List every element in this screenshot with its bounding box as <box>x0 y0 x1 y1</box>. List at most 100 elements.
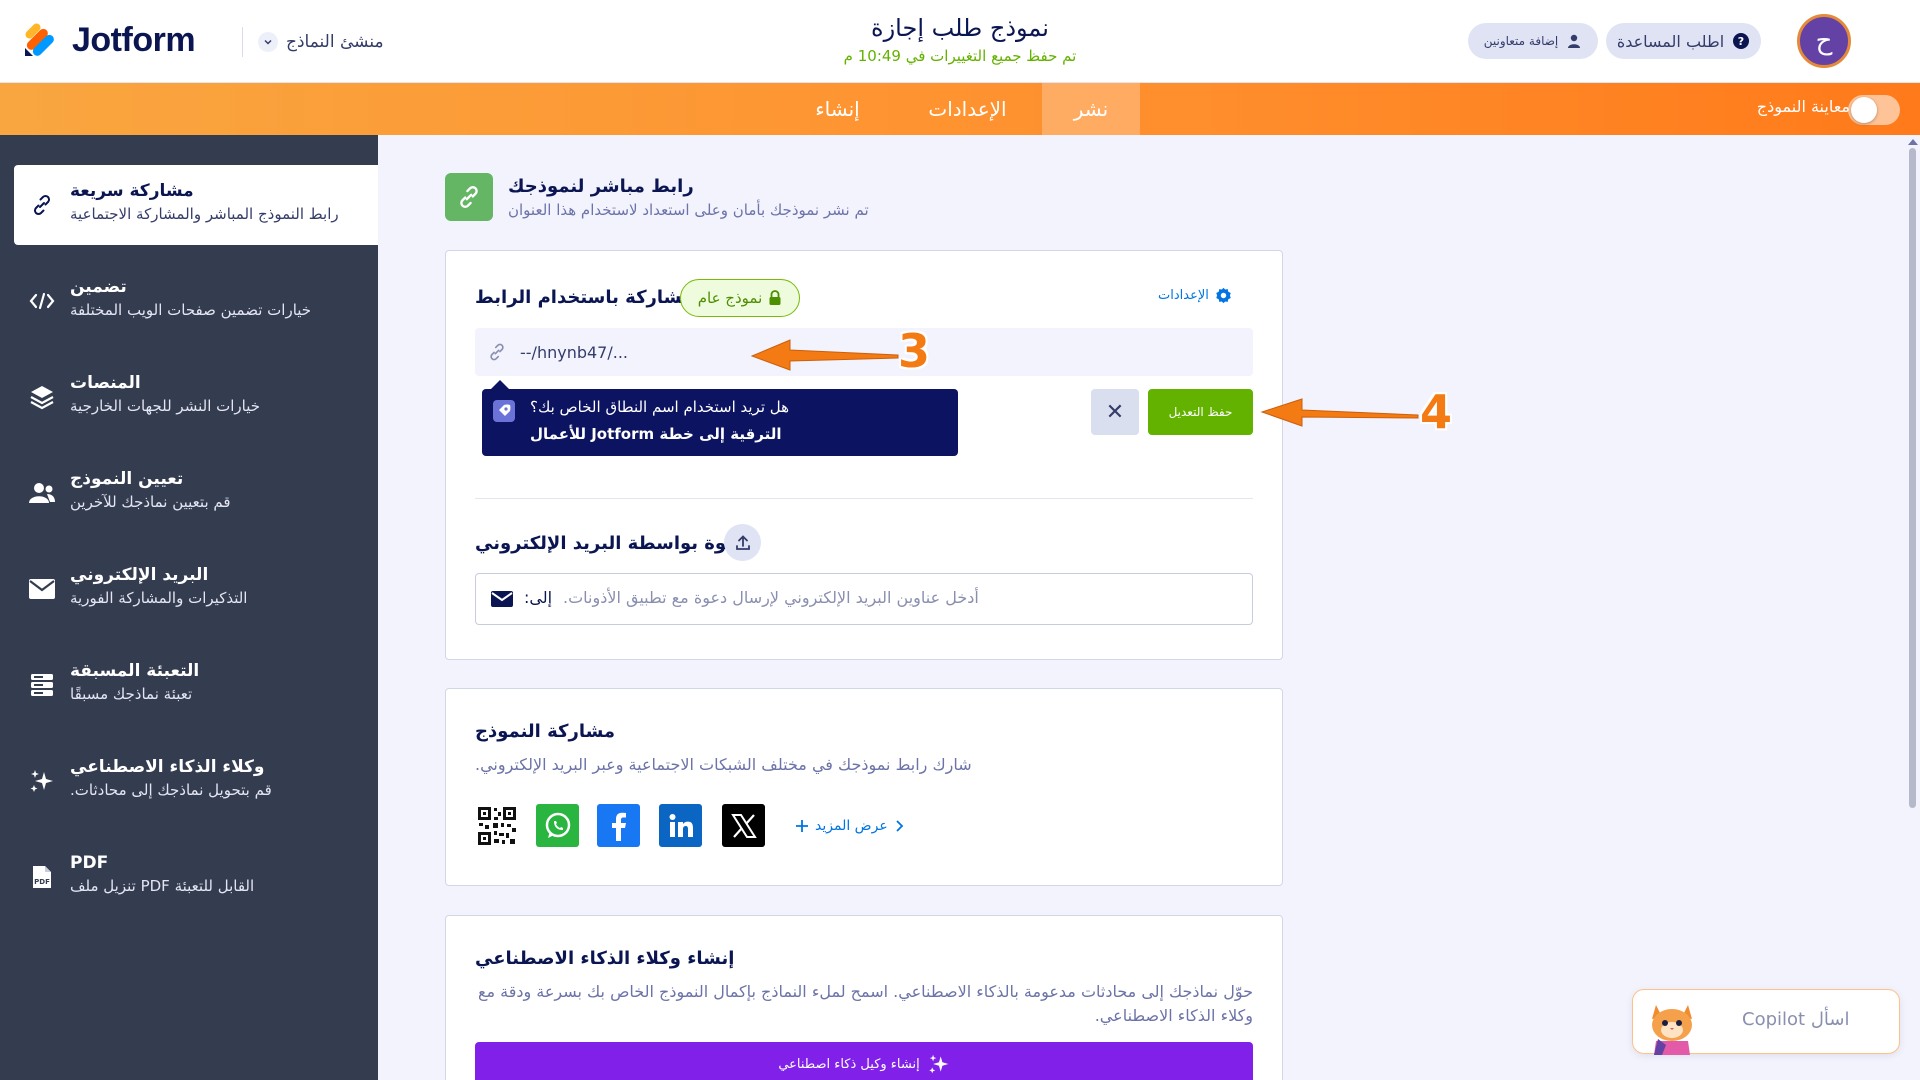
create-ai-agent-label: إنشاء وكيل ذكاء اصطناعي <box>778 1056 920 1072</box>
sidebar-item-email[interactable]: البريد الإلكتروني التذكيرات والمشاركة الف… <box>14 549 378 629</box>
ai-agents-description: حوّل نماذجك إلى محادثات مدعومة بالذكاء ا… <box>477 982 1253 1025</box>
direct-link-icon <box>445 173 493 221</box>
logo-text: Jotform <box>72 20 196 59</box>
annotation-number-4: 4 <box>1420 385 1453 439</box>
settings-link-label: الإعدادات <box>1158 288 1209 303</box>
user-avatar[interactable]: ح <box>1797 14 1851 68</box>
users-icon <box>28 479 56 507</box>
share-form-card <box>445 688 1283 886</box>
save-status: تم حفظ جميع التغييرات في 10:49 م <box>843 47 1077 65</box>
annotation-number-3: 3 <box>898 324 931 378</box>
code-icon <box>28 287 56 315</box>
sidebar-item-desc: خيارات النشر للجهات الخارجية <box>70 397 261 415</box>
share-form-title: مشاركة النموذج <box>475 721 616 742</box>
sidebar-item-prefill[interactable]: التعبئة المسبقة تعبئة نماذجك مسبقًا <box>14 645 378 725</box>
sidebar-item-desc: خيارات تضمين صفحات الويب المختلفة <box>70 301 312 319</box>
copilot-cat-mascot-icon <box>1652 1005 1692 1055</box>
sparkle-icon <box>28 767 56 795</box>
share-form-description: شارك رابط نموذجك في مختلف الشبكات الاجتم… <box>475 755 972 774</box>
question-icon: ? <box>1733 33 1750 49</box>
sidebar-item-desc: تعبئة نماذجك مسبقًا <box>70 685 193 703</box>
envelope-icon <box>28 575 56 603</box>
sidebar-item-quick-share[interactable]: مشاركة سريعة رابط النموذج المباشر والمشار… <box>14 165 378 245</box>
jotform-logo[interactable]: Jotform <box>22 20 196 60</box>
tooltip-upgrade-link[interactable]: الترقية إلى خطة Jotform للأعمال <box>530 425 782 443</box>
share-with-link-title: المشاركة باستخدام الرابط <box>475 287 707 308</box>
email-to-label: إلى: <box>524 588 553 607</box>
direct-link-title: رابط مباشر لنموذجك <box>508 176 694 197</box>
public-form-label: نموذج عام <box>697 289 763 307</box>
top-header: Jotform منشئ النماذج نموذج طلب إجازة تم … <box>0 0 1920 83</box>
svg-text:?: ? <box>1738 35 1744 48</box>
get-help-button[interactable]: اطلب المساعدة ? <box>1606 23 1761 59</box>
sidebar-item-title: البريد الإلكتروني <box>70 565 209 585</box>
toggle-knob <box>1851 97 1877 123</box>
x-twitter-icon[interactable] <box>722 804 765 847</box>
link-icon <box>487 342 507 362</box>
form-url-value[interactable]: --/hnynb47/... <box>520 343 628 362</box>
sidebar-item-desc: التذكيرات والمشاركة الفورية <box>70 589 248 607</box>
sidebar-item-platforms[interactable]: المنصات خيارات النشر للجهات الخارجية <box>14 357 378 437</box>
chevron-right-icon <box>896 820 903 832</box>
qr-code-icon[interactable] <box>475 804 518 847</box>
show-more-link[interactable]: عرض المزيد <box>795 818 904 834</box>
tooltip-question: هل تريد استخدام اسم النطاق الخاص بك؟ <box>530 398 790 416</box>
facebook-icon[interactable] <box>597 804 640 847</box>
sidebar-item-assign-form[interactable]: تعيين النموذج قم بتعيين نماذجك للآخرين <box>14 453 378 533</box>
main-tab-bar: نشر الإعدادات إنشاء <box>0 83 1920 135</box>
ask-copilot-label: اسأل Copilot <box>1742 1009 1850 1030</box>
ai-agents-title: إنشاء وكلاء الذكاء الاصطناعي <box>475 948 735 969</box>
gear-icon <box>1216 287 1231 304</box>
rocket-icon <box>493 400 515 422</box>
section-divider <box>475 498 1253 499</box>
tab-build[interactable]: إنشاء <box>800 83 875 135</box>
direct-link-subtitle: تم نشر نموذجك بأمان وعلى استعداد لاستخدا… <box>508 201 869 219</box>
lock-icon <box>769 290 781 305</box>
sidebar-item-title: PDF <box>70 853 109 873</box>
sidebar-item-desc: رابط النموذج المباشر والمشاركة الاجتماعي… <box>70 205 339 223</box>
upload-icon[interactable] <box>724 524 761 561</box>
chevron-down-icon <box>258 32 278 52</box>
add-collaborators-button[interactable]: إضافة متعاونين <box>1468 23 1598 59</box>
tab-publish[interactable]: نشر <box>1042 83 1140 135</box>
annotation-arrow-4 <box>1260 398 1419 427</box>
sidebar-item-desc: القابل للتعبئة PDF تنزيل ملف <box>70 877 255 895</box>
publish-sidebar: مشاركة سريعة رابط النموذج المباشر والمشار… <box>0 135 378 1080</box>
form-builder-menu[interactable]: منشئ النماذج <box>258 26 384 58</box>
annotation-arrow-3 <box>750 339 899 371</box>
link-icon <box>28 191 56 219</box>
sidebar-item-title: وكلاء الذكاء الاصطناعي <box>70 757 265 777</box>
jotform-logo-icon <box>25 23 54 56</box>
pdf-icon: PDF <box>28 863 56 891</box>
envelope-icon <box>490 590 514 608</box>
sidebar-item-desc: قم بتعيين نماذجك للآخرين <box>70 493 231 511</box>
scroll-up-arrow-icon[interactable] <box>1908 139 1918 145</box>
tab-settings[interactable]: الإعدادات <box>910 83 1025 135</box>
linkedin-icon[interactable] <box>659 804 702 847</box>
save-changes-button[interactable]: حفظ التعديل <box>1148 389 1253 435</box>
public-form-badge[interactable]: نموذج عام <box>680 279 800 317</box>
sidebar-item-title: تضمين <box>70 277 127 297</box>
share-settings-link[interactable]: الإعدادات <box>1158 287 1232 304</box>
user-icon <box>1568 34 1581 48</box>
header-divider <box>242 27 243 57</box>
show-more-label: عرض المزيد <box>815 818 888 834</box>
sidebar-item-title: تعيين النموذج <box>70 469 184 489</box>
sidebar-item-pdf[interactable]: PDF PDF القابل للتعبئة PDF تنزيل ملف <box>14 837 378 917</box>
create-ai-agent-button[interactable]: إنشاء وكيل ذكاء اصطناعي <box>475 1042 1253 1080</box>
sidebar-item-title: التعبئة المسبقة <box>70 661 200 681</box>
form-title[interactable]: نموذج طلب إجازة <box>760 14 1160 42</box>
sidebar-item-desc: قم بتحويل نماذجك إلى محادثات. <box>70 781 272 799</box>
cancel-edit-button[interactable]: ✕ <box>1091 389 1139 435</box>
scrollbar-thumb[interactable] <box>1909 148 1916 808</box>
add-collaborators-label: إضافة متعاونين <box>1483 34 1559 48</box>
whatsapp-icon[interactable] <box>536 804 579 847</box>
prefill-icon <box>28 671 56 699</box>
plus-icon <box>796 820 808 832</box>
sidebar-item-ai-agents[interactable]: وكلاء الذكاء الاصطناعي قم بتحويل نماذجك إ… <box>14 741 378 821</box>
sidebar-item-title: مشاركة سريعة <box>70 181 194 201</box>
sidebar-item-embed[interactable]: تضمين خيارات تضمين صفحات الويب المختلفة <box>14 261 378 341</box>
get-help-label: اطلب المساعدة <box>1616 31 1725 51</box>
layers-icon <box>28 383 56 411</box>
sparkle-icon <box>928 1054 948 1074</box>
